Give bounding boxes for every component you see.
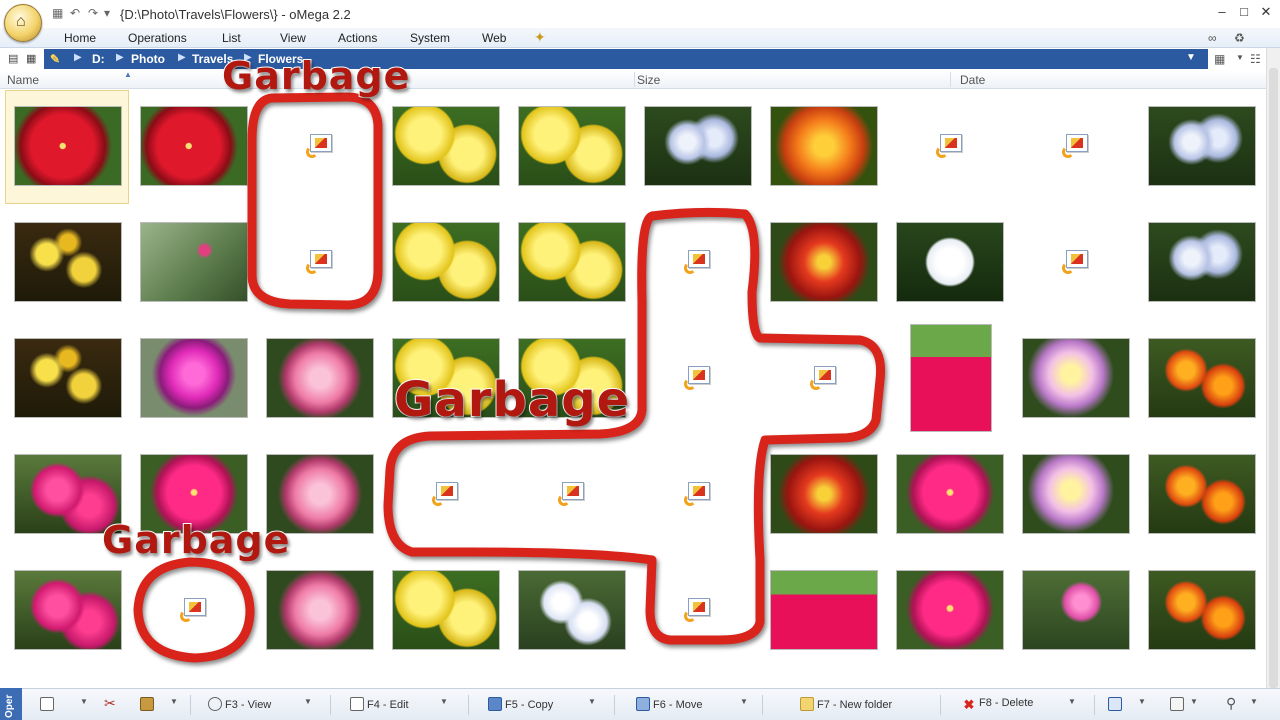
magnifier-icon	[208, 697, 222, 711]
paste-button[interactable]	[140, 697, 157, 711]
dropdown-icon[interactable]: ▼	[304, 697, 312, 706]
dropdown-icon[interactable]: ▼	[170, 697, 178, 706]
delete-x-icon: ✖	[963, 697, 975, 712]
dropdown-icon[interactable]: ▼	[740, 697, 748, 706]
properties-button[interactable]	[1108, 697, 1125, 711]
garbage-label-top: Garbage	[221, 53, 411, 99]
compare-icon	[1170, 697, 1184, 711]
new-folder-button[interactable]: F7 - New folder	[800, 697, 892, 711]
garbage-label-bottom: Garbage	[101, 517, 291, 563]
move-label: F6 - Move	[653, 699, 703, 711]
move-icon	[636, 697, 650, 711]
delete-label: F8 - Delete	[979, 697, 1034, 709]
home-icon: ⌂	[16, 13, 26, 30]
dropdown-icon[interactable]: ▼	[1250, 697, 1258, 706]
view-label: F3 - View	[225, 699, 272, 711]
edit-label: F4 - Edit	[367, 699, 409, 711]
annotation-overlay	[133, 92, 886, 663]
toolbar-separator	[940, 695, 941, 715]
toolbar-separator	[190, 695, 191, 715]
delete-button[interactable]: ✖ F8 - Delete	[962, 697, 1034, 712]
copy-icon	[40, 697, 54, 711]
garbage-outline-bottom	[133, 557, 255, 663]
folder-icon	[800, 697, 814, 711]
operations-side-tab[interactable]: Oper	[0, 688, 22, 720]
toolbar-separator	[468, 695, 469, 715]
copy-button[interactable]: F5 - Copy	[488, 697, 553, 711]
compare-button[interactable]	[1170, 697, 1187, 711]
vertical-scrollbar[interactable]	[1266, 48, 1280, 688]
dropdown-icon[interactable]: ▼	[80, 697, 88, 706]
dropdown-icon[interactable]: ▼	[1138, 697, 1146, 706]
toolbar-separator	[330, 695, 331, 715]
paste-icon	[140, 697, 154, 711]
dropdown-icon[interactable]: ▼	[588, 697, 596, 706]
move-button[interactable]: F6 - Move	[636, 697, 703, 711]
cut-icon[interactable]: ✂	[104, 695, 116, 712]
app-menu-orb[interactable]: ⌂	[4, 4, 42, 42]
new-folder-label: F7 - New folder	[817, 699, 893, 711]
toolbar-separator	[1094, 695, 1095, 715]
view-button[interactable]: F3 - View	[208, 697, 271, 711]
copy-files-icon	[488, 697, 502, 711]
copy-clipboard-button[interactable]	[40, 697, 57, 711]
pencil-icon	[350, 697, 364, 711]
search-icon[interactable]: ⚲	[1226, 695, 1236, 712]
toolbar-separator	[762, 695, 763, 715]
scrollbar-thumb[interactable]	[1269, 68, 1278, 688]
garbage-label-middle: Garbage	[393, 371, 631, 429]
edit-button[interactable]: F4 - Edit	[350, 697, 409, 711]
dropdown-icon[interactable]: ▼	[1190, 697, 1198, 706]
operations-tab-label: Oper	[4, 694, 15, 718]
dropdown-icon[interactable]: ▼	[1068, 697, 1076, 706]
toolbar-separator	[614, 695, 615, 715]
properties-icon	[1108, 697, 1122, 711]
dropdown-icon[interactable]: ▼	[440, 697, 448, 706]
copy-label: F5 - Copy	[505, 699, 554, 711]
garbage-outline-top	[247, 92, 383, 310]
command-toolbar: ▼ ✂ ▼ F3 - View ▼ F4 - Edit ▼ F5 - Copy …	[0, 688, 1280, 720]
